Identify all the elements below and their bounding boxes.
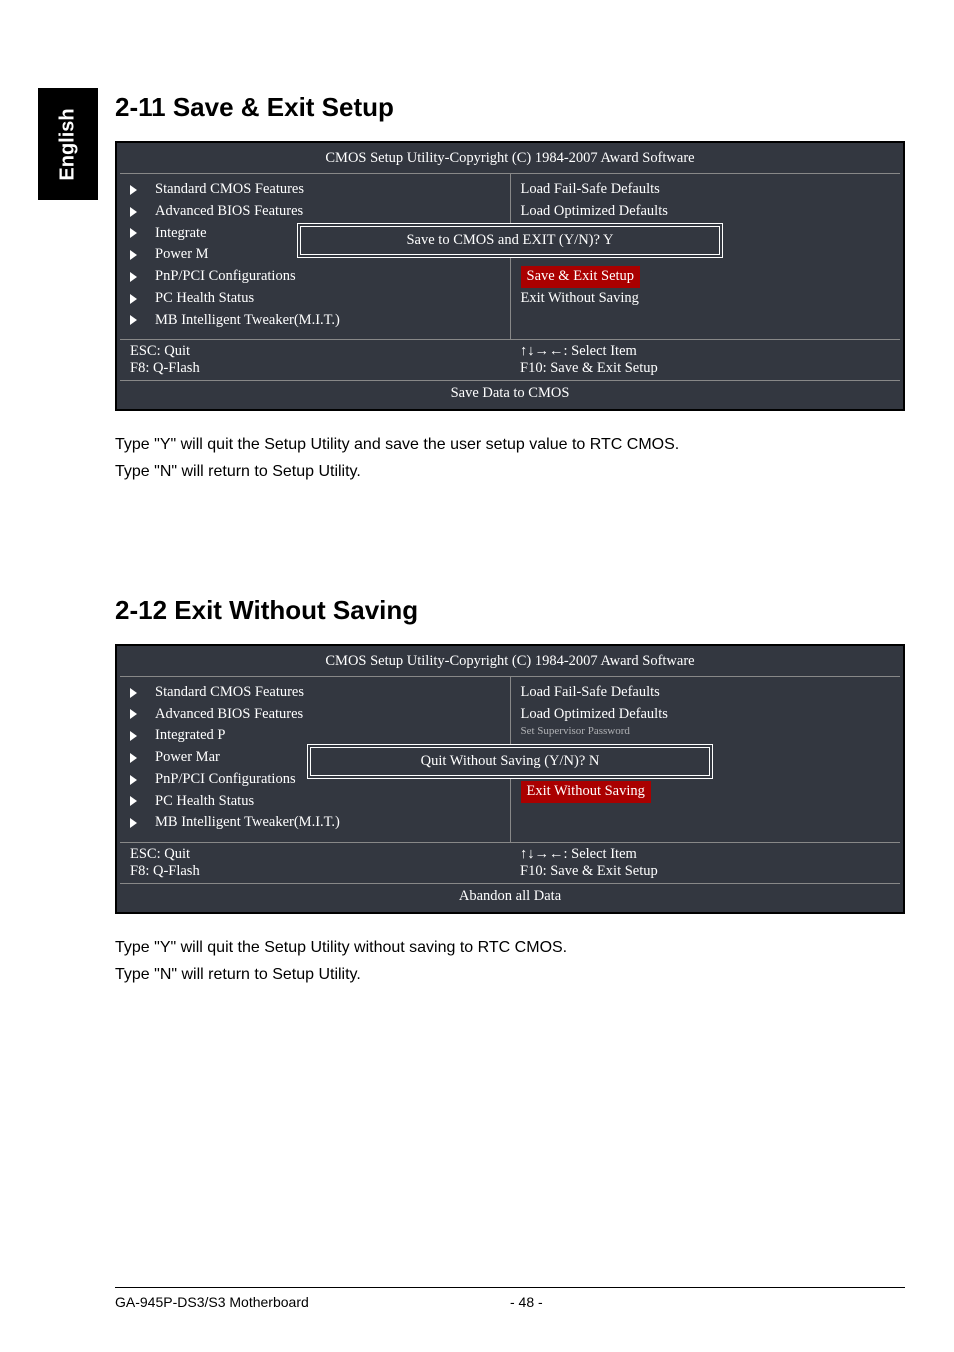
menu-label: Power Mar — [155, 747, 220, 769]
menu-item-advanced-bios[interactable]: Advanced BIOS Features — [130, 201, 500, 223]
key-hint-f8: F8: Q-Flash — [130, 360, 500, 377]
bios-help-line: Abandon all Data — [120, 883, 900, 909]
footer-right: ↑↓→←: Select Item F10: Save & Exit Setup — [510, 340, 900, 380]
menu-label: Load Optimized Defaults — [521, 201, 668, 223]
body-line-1: Type "Y" will quit the Setup Utility wit… — [115, 936, 905, 961]
section-2-body: Type "Y" will quit the Setup Utility wit… — [115, 936, 905, 988]
triangle-icon — [130, 818, 137, 828]
triangle-icon — [130, 228, 137, 238]
menu-item-supervisor-pw[interactable]: Set Supervisor Password — [521, 725, 891, 737]
menu-label: Integrated P — [155, 725, 225, 747]
menu-item-mit[interactable]: MB Intelligent Tweaker(M.I.T.) — [130, 812, 500, 834]
triangle-icon — [130, 207, 137, 217]
menu-label: Save & Exit Setup — [521, 266, 641, 288]
triangle-icon — [130, 294, 137, 304]
menu-label: Standard CMOS Features — [155, 682, 304, 704]
language-tab: English — [38, 88, 98, 200]
menu-item-fail-safe[interactable]: Load Fail-Safe Defaults — [521, 179, 891, 201]
bios-screenshot-2: CMOS Setup Utility-Copyright (C) 1984-20… — [115, 644, 905, 914]
menu-label: Load Fail-Safe Defaults — [521, 682, 660, 704]
menu-label: Exit Without Saving — [521, 288, 639, 310]
key-hint-f10: F10: Save & Exit Setup — [520, 863, 890, 880]
triangle-icon — [130, 185, 137, 195]
body-line-2: Type "N" will return to Setup Utility. — [115, 963, 905, 988]
triangle-icon — [130, 688, 137, 698]
key-hint-f8: F8: Q-Flash — [130, 863, 500, 880]
bios-left-column: Standard CMOS Features Advanced BIOS Fea… — [120, 174, 511, 339]
menu-item-integrated[interactable]: Integrated P — [130, 725, 500, 747]
menu-item-pc-health[interactable]: PC Health Status — [130, 791, 500, 813]
menu-item-exit-no-save[interactable]: Exit Without Saving — [521, 288, 891, 310]
bios-title: CMOS Setup Utility-Copyright (C) 1984-20… — [120, 649, 900, 677]
page-footer: GA-945P-DS3/S3 Motherboard - 48 - — [115, 1287, 905, 1310]
menu-label: Advanced BIOS Features — [155, 704, 303, 726]
menu-item-standard-cmos[interactable]: Standard CMOS Features — [130, 179, 500, 201]
menu-label: Standard CMOS Features — [155, 179, 304, 201]
confirm-dialog[interactable]: Quit Without Saving (Y/N)? N — [310, 747, 710, 776]
bios-title: CMOS Setup Utility-Copyright (C) 1984-20… — [120, 146, 900, 174]
menu-item-optimized[interactable]: Load Optimized Defaults — [521, 201, 891, 223]
bios-footer-keys: ESC: Quit F8: Q-Flash ↑↓→←: Select Item … — [120, 843, 900, 883]
menu-item-optimized[interactable]: Load Optimized Defaults — [521, 704, 891, 726]
menu-label: PnP/PCI Configurations — [155, 266, 296, 288]
footer-right: ↑↓→←: Select Item F10: Save & Exit Setup — [510, 843, 900, 883]
section-1-body: Type "Y" will quit the Setup Utility and… — [115, 433, 905, 485]
bios-main-area: Standard CMOS Features Advanced BIOS Fea… — [120, 677, 900, 843]
menu-item-save-exit[interactable]: Save & Exit Setup — [521, 266, 891, 288]
footer-left: ESC: Quit F8: Q-Flash — [120, 340, 510, 380]
triangle-icon — [130, 775, 137, 785]
menu-label: Load Optimized Defaults — [521, 704, 668, 726]
bios-help-line: Save Data to CMOS — [120, 380, 900, 406]
triangle-icon — [130, 731, 137, 741]
key-hint-f10: F10: Save & Exit Setup — [520, 360, 890, 377]
triangle-icon — [130, 250, 137, 260]
footer-page-number: - 48 - — [510, 1294, 905, 1310]
body-line-2: Type "N" will return to Setup Utility. — [115, 460, 905, 485]
menu-item-exit-no-save[interactable]: Exit Without Saving — [521, 781, 891, 803]
menu-item-advanced-bios[interactable]: Advanced BIOS Features — [130, 704, 500, 726]
dialog-text: Quit Without Saving (Y/N)? N — [421, 753, 600, 769]
triangle-icon — [130, 753, 137, 763]
dialog-text: Save to CMOS and EXIT (Y/N)? Y — [406, 232, 613, 248]
footer-product-name: GA-945P-DS3/S3 Motherboard — [115, 1294, 510, 1310]
bios-right-column: Load Fail-Safe Defaults Load Optimized D… — [511, 174, 901, 339]
key-hint-arrows: ↑↓→←: Select Item — [520, 343, 890, 360]
menu-label: Power M — [155, 244, 209, 266]
menu-item-fail-safe[interactable]: Load Fail-Safe Defaults — [521, 682, 891, 704]
triangle-icon — [130, 315, 137, 325]
menu-item-mit[interactable]: MB Intelligent Tweaker(M.I.T.) — [130, 310, 500, 332]
menu-label: Exit Without Saving — [521, 781, 651, 803]
key-hint-arrows: ↑↓→←: Select Item — [520, 846, 890, 863]
menu-label: PnP/PCI Configurations — [155, 769, 296, 791]
menu-item-pc-health[interactable]: PC Health Status — [130, 288, 500, 310]
body-line-1: Type "Y" will quit the Setup Utility and… — [115, 433, 905, 458]
triangle-icon — [130, 272, 137, 282]
menu-label: Set Supervisor Password — [521, 725, 630, 737]
menu-label: MB Intelligent Tweaker(M.I.T.) — [155, 310, 340, 332]
menu-label: MB Intelligent Tweaker(M.I.T.) — [155, 812, 340, 834]
page-content: 2-11 Save & Exit Setup CMOS Setup Utilit… — [115, 92, 905, 1098]
language-tab-label: English — [57, 108, 80, 180]
key-hint-esc: ESC: Quit — [130, 343, 500, 360]
menu-label: Integrate — [155, 223, 207, 245]
confirm-dialog[interactable]: Save to CMOS and EXIT (Y/N)? Y — [300, 226, 720, 255]
menu-item-standard-cmos[interactable]: Standard CMOS Features — [130, 682, 500, 704]
triangle-icon — [130, 709, 137, 719]
footer-left: ESC: Quit F8: Q-Flash — [120, 843, 510, 883]
menu-label: Advanced BIOS Features — [155, 201, 303, 223]
menu-label: Load Fail-Safe Defaults — [521, 179, 660, 201]
menu-item-pnp-pci[interactable]: PnP/PCI Configurations — [130, 266, 500, 288]
bios-footer-keys: ESC: Quit F8: Q-Flash ↑↓→←: Select Item … — [120, 340, 900, 380]
key-hint-esc: ESC: Quit — [130, 846, 500, 863]
bios-main-area: Standard CMOS Features Advanced BIOS Fea… — [120, 174, 900, 340]
menu-label: PC Health Status — [155, 288, 254, 310]
section-1-heading: 2-11 Save & Exit Setup — [115, 92, 905, 123]
bios-screenshot-1: CMOS Setup Utility-Copyright (C) 1984-20… — [115, 141, 905, 411]
section-2-heading: 2-12 Exit Without Saving — [115, 595, 905, 626]
triangle-icon — [130, 796, 137, 806]
menu-label: PC Health Status — [155, 791, 254, 813]
